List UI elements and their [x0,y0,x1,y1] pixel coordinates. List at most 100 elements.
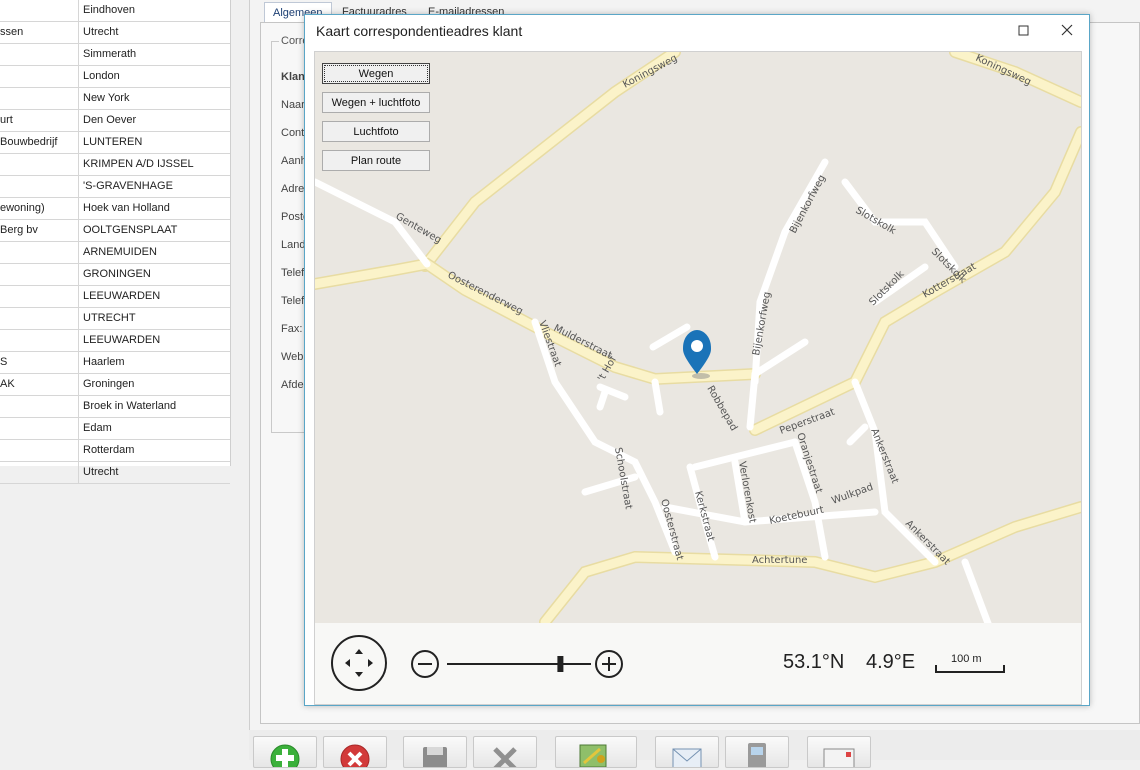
customer-city-cell[interactable]: ARNEMUIDEN [79,242,230,263]
table-row[interactable]: New York [0,88,230,110]
scale-bar [935,665,1005,673]
customer-city-cell[interactable]: Haarlem [79,352,230,373]
customer-city-cell[interactable]: London [79,66,230,87]
close-button[interactable] [1055,21,1079,41]
pan-navigation-icon[interactable] [331,635,387,691]
customer-name-cell[interactable] [0,154,79,175]
table-row[interactable]: Edam [0,418,230,440]
maximize-icon [1018,25,1029,36]
zoom-slider-thumb[interactable] [557,656,564,672]
customer-city-cell[interactable]: Rotterdam [79,440,230,461]
customer-name-cell[interactable]: Bouwbedrijf [0,132,79,153]
dialog-title: Kaart correspondentieadres klant [316,23,523,39]
scale-label: 100 m [951,653,982,665]
customer-city-cell[interactable]: Groningen [79,374,230,395]
maximize-button[interactable] [1011,21,1035,41]
map-dialog: Kaart correspondentieadres klant Konings… [304,14,1090,706]
phone-button[interactable] [725,736,789,769]
customer-name-cell[interactable]: ssen [0,22,79,43]
customer-table: Eindhoven ssen Utrecht Simmerath London New Y… [0,0,231,484]
add-button[interactable] [253,736,317,770]
customer-city-cell[interactable]: Broek in Waterland [79,396,230,417]
customer-name-cell[interactable] [0,330,79,351]
zoom-slider[interactable] [445,654,593,674]
customer-name-cell[interactable] [0,462,79,483]
pan-arrows [345,649,373,677]
customer-name-cell[interactable]: Berg bv [0,220,79,241]
table-row[interactable]: ewoning) Hoek van Holland [0,198,230,220]
customer-city-cell[interactable]: Eindhoven [79,0,230,21]
table-row[interactable]: urt Den Oever [0,110,230,132]
email-button[interactable] [655,736,719,770]
customer-city-cell[interactable]: GRONINGEN [79,264,230,285]
customer-name-cell[interactable]: urt [0,110,79,131]
roads-view-button[interactable]: Wegen [322,63,430,84]
longitude-readout: 4.9°E [866,651,916,673]
table-row[interactable]: 'S-GRAVENHAGE [0,176,230,198]
table-row[interactable]: Broek in Waterland [0,396,230,418]
customer-name-cell[interactable] [0,0,79,21]
map-view[interactable]: Koningsweg Koningsweg Genteweg Oosterend… [314,51,1082,705]
table-row[interactable]: Simmerath [0,44,230,66]
customer-city-cell[interactable]: Utrecht [79,22,230,43]
customer-name-cell[interactable]: S [0,352,79,373]
map-icon [579,744,607,768]
customer-name-cell[interactable] [0,66,79,87]
envelope-icon [672,748,702,770]
customer-city-cell[interactable]: New York [79,88,230,109]
cancel-button[interactable] [473,736,537,770]
bottom-toolbar [249,730,1140,770]
customer-city-cell[interactable]: Simmerath [79,44,230,65]
save-button[interactable] [403,736,467,769]
customer-name-cell[interactable] [0,44,79,65]
plan-route-button[interactable]: Plan route [322,150,430,171]
table-row[interactable]: GRONINGEN [0,264,230,286]
customer-name-cell[interactable] [0,88,79,109]
table-row[interactable]: ARNEMUIDEN [0,242,230,264]
letter-button[interactable] [807,736,871,770]
customer-city-cell[interactable]: Edam [79,418,230,439]
table-row[interactable]: KRIMPEN A/D IJSSEL [0,154,230,176]
customer-city-cell[interactable]: 'S-GRAVENHAGE [79,176,230,197]
customer-name-cell[interactable] [0,264,79,285]
customer-name-cell[interactable] [0,308,79,329]
table-row[interactable]: UTRECHT [0,308,230,330]
table-row[interactable]: Utrecht [0,462,230,484]
delete-button[interactable] [323,736,387,770]
aerial-view-button[interactable]: Luchtfoto [322,121,430,142]
table-row[interactable]: LEEUWARDEN [0,330,230,352]
customer-city-cell[interactable]: Utrecht [79,462,230,483]
customer-city-cell[interactable]: UTRECHT [79,308,230,329]
hybrid-view-button[interactable]: Wegen + luchtfoto [322,92,430,113]
table-row[interactable]: Berg bv OOLTGENSPLAAT [0,220,230,242]
customer-name-cell[interactable] [0,242,79,263]
zoom-in-icon[interactable] [595,650,623,678]
table-row[interactable]: S Haarlem [0,352,230,374]
customer-name-cell[interactable] [0,176,79,197]
table-row[interactable]: ssen Utrecht [0,22,230,44]
show-map-button[interactable] [555,736,637,768]
customer-city-cell[interactable]: KRIMPEN A/D IJSSEL [79,154,230,175]
zoom-out-icon[interactable] [411,650,439,678]
table-row[interactable]: AK Groningen [0,374,230,396]
customer-city-cell[interactable]: LEEUWARDEN [79,330,230,351]
customer-name-cell[interactable]: AK [0,374,79,395]
customer-city-cell[interactable]: Hoek van Holland [79,198,230,219]
customer-name-cell[interactable] [0,418,79,439]
customer-city-cell[interactable]: Den Oever [79,110,230,131]
customer-city-cell[interactable]: OOLTGENSPLAAT [79,220,230,241]
customer-name-cell[interactable] [0,286,79,307]
customer-name-cell[interactable]: ewoning) [0,198,79,219]
table-row[interactable]: Rotterdam [0,440,230,462]
customer-name-cell[interactable] [0,396,79,417]
phone-icon [748,743,766,769]
customer-city-cell[interactable]: LUNTEREN [79,132,230,153]
customer-city-cell[interactable]: LEEUWARDEN [79,286,230,307]
table-row[interactable]: LEEUWARDEN [0,286,230,308]
table-row[interactable]: Bouwbedrijf LUNTEREN [0,132,230,154]
add-icon [270,744,300,770]
minus-glyph [418,663,432,665]
table-row[interactable]: London [0,66,230,88]
table-row[interactable]: Eindhoven [0,0,230,22]
customer-name-cell[interactable] [0,440,79,461]
